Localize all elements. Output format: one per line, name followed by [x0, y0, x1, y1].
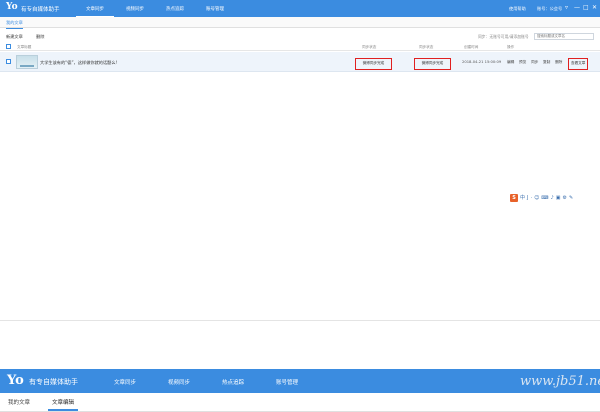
bottom-tab-hot-topics[interactable]: 热点追踪 [222, 378, 244, 386]
bottom-app-logo: Yo [7, 373, 24, 388]
header-status-2: 同步状态 [419, 45, 434, 49]
ime-chinese-icon[interactable]: 中 [520, 194, 525, 201]
copy-button[interactable]: 复制 [543, 60, 550, 65]
bottom-title-bar: Yo 有专自媒体助手 文章同步 视频同步 热点追踪 账号管理 [0, 369, 600, 395]
article-title[interactable]: 大学生该有的“德”，这样做你就的话题么! [40, 60, 117, 66]
maximize-icon[interactable]: □ [583, 4, 589, 11]
sync-status-1: 微博同步完成 [355, 58, 392, 70]
tab-article-sync[interactable]: 文章同步 [76, 6, 114, 18]
view-article-button[interactable]: 查看文章 [568, 58, 589, 70]
ime-toolbar: S 中 J · ☺ ⌨ ♪ ▣ ⚙ ✎ [510, 193, 584, 202]
help-link[interactable]: 使用帮助 [509, 6, 526, 12]
tab-hot-topics[interactable]: 热点追踪 [166, 6, 184, 12]
menu-dropdown-icon[interactable]: ▿ [565, 4, 568, 11]
ime-emoji-icon[interactable]: ☺ [534, 195, 539, 201]
search-input[interactable] [537, 34, 593, 38]
bottom-tab-account-management[interactable]: 账号管理 [276, 378, 298, 386]
ime-logo-icon[interactable]: S [510, 193, 518, 202]
toolbar: 新建文章 删除 同步：无账号可用/请添加账号 [0, 30, 600, 41]
sync-status-2: 微博同步完成 [414, 58, 451, 70]
bottom-tab-article-sync[interactable]: 文章同步 [99, 378, 151, 395]
sub-tab-bar: 我的文章 [0, 17, 600, 29]
divider [0, 320, 600, 321]
ime-j-icon[interactable]: J [527, 195, 528, 201]
ime-voice-icon[interactable]: ♪ [551, 195, 554, 201]
preview-button[interactable]: 预览 [519, 60, 526, 65]
bottom-tab-my-articles[interactable]: 我的文章 [8, 398, 30, 406]
ime-tools-icon[interactable]: ✎ [569, 195, 573, 201]
account-link[interactable]: 账号：公会号 [537, 6, 562, 12]
ime-keyboard-icon[interactable]: ⌨ [541, 195, 548, 201]
delete-row-button[interactable]: 删除 [555, 60, 562, 65]
header-actions: 操作 [507, 45, 515, 49]
ime-skin-icon[interactable]: ▣ [556, 195, 561, 201]
tab-my-articles[interactable]: 我的文章 [6, 20, 23, 29]
row-checkbox[interactable] [6, 59, 11, 64]
created-time: 2018-04-21 15:00:09 [462, 60, 502, 64]
ime-punct-icon[interactable]: · [531, 195, 533, 201]
edit-button[interactable]: 编辑 [507, 60, 514, 65]
bottom-tab-article-edit[interactable]: 文章编辑 [47, 398, 79, 411]
new-article-button[interactable]: 新建文章 [6, 34, 23, 40]
watermark: www.jb51.net [520, 374, 600, 389]
app-logo: Yo [6, 2, 18, 12]
article-thumbnail [16, 55, 38, 69]
search-box[interactable] [534, 33, 594, 40]
select-all-checkbox[interactable] [6, 44, 11, 49]
tab-account-management[interactable]: 账号管理 [206, 6, 224, 12]
header-created-time: 创建时间 [464, 45, 479, 49]
table-header: 文章标题 同步状态 同步状态 创建时间 操作 [0, 42, 600, 51]
sync-hint: 同步：无账号可用/请添加账号 [478, 34, 529, 39]
bottom-tab-video-sync[interactable]: 视频同步 [168, 378, 190, 386]
table-row[interactable]: 大学生该有的“德”，这样做你就的话题么! 微博同步完成 微博同步完成 2018-… [0, 52, 600, 72]
title-bar: Yo 有专自媒体助手 文章同步 视频同步 热点追踪 账号管理 使用帮助 账号：公… [0, 0, 600, 18]
bottom-app-title: 有专自媒体助手 [29, 378, 78, 386]
app-title: 有专自媒体助手 [21, 7, 60, 13]
header-title: 文章标题 [17, 45, 32, 49]
tab-video-sync[interactable]: 视频同步 [126, 6, 144, 12]
close-icon[interactable]: ✕ [592, 4, 597, 11]
ime-settings-icon[interactable]: ⚙ [562, 195, 566, 201]
delete-button[interactable]: 删除 [36, 34, 44, 40]
minimize-icon[interactable]: — [574, 4, 580, 11]
bottom-sub-tab-bar: 我的文章 文章编辑 [0, 393, 600, 412]
sync-button[interactable]: 同步 [531, 60, 538, 65]
header-status-1: 同步状态 [362, 45, 377, 49]
